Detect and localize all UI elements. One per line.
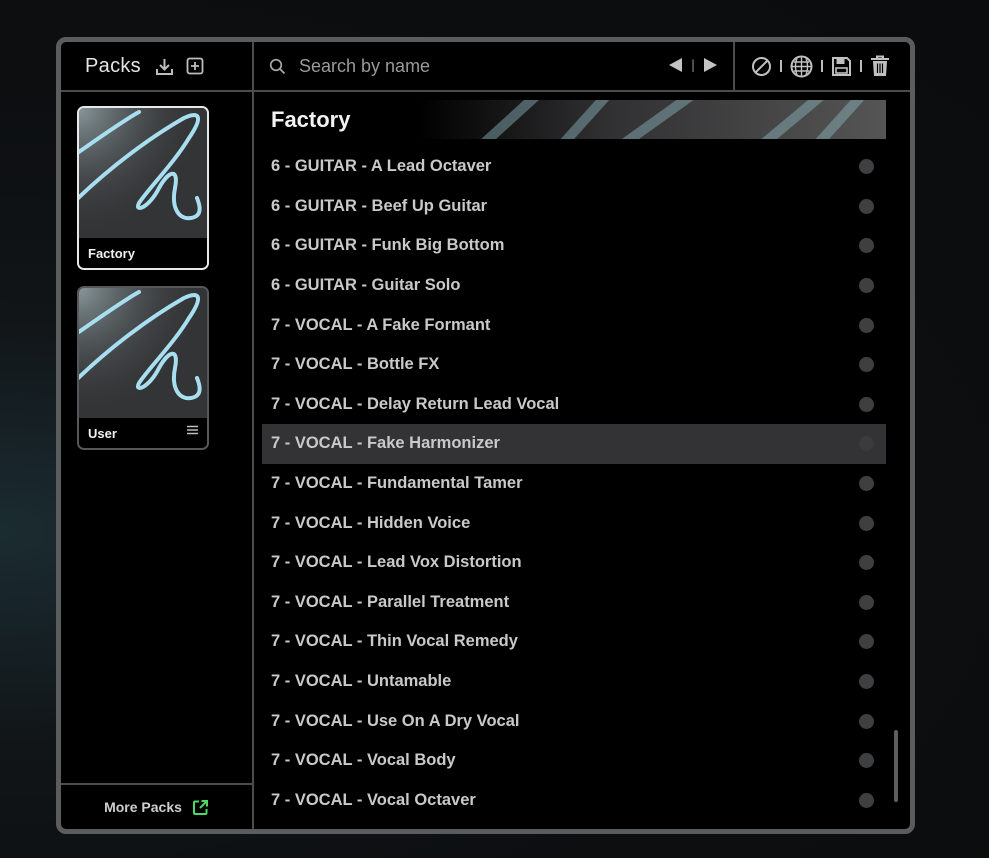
- preset-row[interactable]: 7 - VOCAL - Fundamental Tamer: [262, 464, 886, 504]
- preset-name: 7 - VOCAL - Vocal Octaver: [271, 790, 476, 809]
- favorite-indicator-icon[interactable]: [859, 594, 874, 610]
- favorite-indicator-icon[interactable]: [859, 396, 874, 412]
- menu-icon[interactable]: [187, 420, 198, 439]
- favorite-indicator-icon[interactable]: [859, 674, 874, 690]
- nav-separator: |: [690, 58, 695, 72]
- favorite-indicator-icon[interactable]: [859, 238, 874, 254]
- trash-icon[interactable]: [870, 55, 890, 77]
- banner-title: Factory: [271, 107, 351, 132]
- favorite-indicator-icon[interactable]: [859, 753, 874, 769]
- preset-name: 7 - VOCAL - Hidden Voice: [271, 513, 471, 532]
- preset-row[interactable]: 7 - VOCAL - A Fake Formant: [262, 305, 886, 345]
- preset-name: 7 - VOCAL - Parallel Treatment: [271, 592, 510, 611]
- scrollbar[interactable]: [894, 730, 898, 802]
- preset-navigation: |: [668, 57, 718, 73]
- packs-header: Packs: [61, 42, 252, 92]
- add-pack-icon[interactable]: [186, 57, 204, 75]
- tool-separator: [821, 60, 823, 72]
- pack-label: Factory: [79, 238, 207, 268]
- preset-name: 7 - VOCAL - Untamable: [271, 672, 452, 691]
- presets-panel: |: [254, 42, 910, 829]
- clear-icon[interactable]: [751, 56, 772, 77]
- next-arrow-icon[interactable]: [703, 57, 718, 73]
- favorite-indicator-icon[interactable]: [859, 476, 874, 492]
- preset-row[interactable]: 7 - VOCAL - Bottle FX: [262, 345, 886, 385]
- favorite-indicator-icon[interactable]: [859, 357, 874, 373]
- pack-artwork: [79, 288, 207, 418]
- preset-row[interactable]: 7 - VOCAL - Lead Vox Distortion: [262, 543, 886, 583]
- preset-name: 7 - VOCAL - Fake Harmonizer: [271, 434, 500, 453]
- packs-title: Packs: [85, 54, 141, 77]
- tool-separator: [780, 60, 782, 72]
- preset-name: 7 - VOCAL - Fundamental Tamer: [271, 474, 523, 493]
- randomize-icon[interactable]: [790, 55, 813, 78]
- pack-card-user[interactable]: User: [77, 286, 209, 450]
- preset-row[interactable]: 7 - VOCAL - Delay Return Lead Vocal: [262, 385, 886, 425]
- preset-row[interactable]: 7 - VOCAL - Vocal Octaver: [262, 781, 886, 821]
- preset-name: 6 - GUITAR - Beef Up Guitar: [271, 196, 488, 215]
- preset-row[interactable]: 6 - GUITAR - Beef Up Guitar: [262, 187, 886, 227]
- preset-name: 6 - GUITAR - A Lead Octaver: [271, 157, 492, 176]
- preset-name: 7 - VOCAL - A Fake Formant: [271, 315, 491, 334]
- pack-banner: Factory: [262, 100, 886, 139]
- favorite-indicator-icon[interactable]: [859, 713, 874, 729]
- preset-name: 7 - VOCAL - Thin Vocal Remedy: [271, 632, 518, 651]
- preset-name: 6 - GUITAR - Funk Big Bottom: [271, 236, 505, 255]
- preset-name: 7 - VOCAL - Bottle FX: [271, 355, 440, 374]
- preset-name: 7 - VOCAL - Vocal Body: [271, 751, 456, 770]
- favorite-indicator-icon[interactable]: [859, 634, 874, 650]
- favorite-indicator-icon[interactable]: [859, 555, 874, 571]
- preset-browser-window: Packs Factory User More Packs Search by …: [56, 37, 915, 834]
- preset-row[interactable]: 7 - VOCAL - Untamable: [262, 662, 886, 702]
- preset-row[interactable]: 7 - VOCAL - Thin Vocal Remedy: [262, 622, 886, 662]
- search-input[interactable]: [297, 54, 631, 78]
- favorite-indicator-icon[interactable]: [859, 792, 874, 808]
- search-bar: |: [254, 42, 735, 90]
- more-packs-label: More Packs: [104, 799, 182, 815]
- banner-artwork: [481, 100, 865, 139]
- preset-row[interactable]: 6 - GUITAR - Guitar Solo: [262, 266, 886, 306]
- preset-list: 6 - GUITAR - A Lead Octaver 6 - GUITAR - …: [262, 147, 886, 820]
- preset-row[interactable]: 6 - GUITAR - Funk Big Bottom: [262, 226, 886, 266]
- pack-card-factory[interactable]: Factory: [77, 106, 209, 270]
- search-icon: [269, 58, 286, 75]
- favorite-indicator-icon[interactable]: [859, 317, 874, 333]
- tool-separator: [860, 60, 862, 72]
- previous-arrow-icon[interactable]: [668, 57, 683, 73]
- preset-row[interactable]: 6 - GUITAR - A Lead Octaver: [262, 147, 886, 187]
- favorite-indicator-icon[interactable]: [859, 515, 874, 531]
- preset-name: 7 - VOCAL - Delay Return Lead Vocal: [271, 394, 560, 413]
- preset-row[interactable]: 7 - VOCAL - Fake Harmonizer: [262, 424, 886, 464]
- external-link-icon: [192, 799, 209, 816]
- favorite-indicator-icon[interactable]: [859, 278, 874, 294]
- preset-row[interactable]: 7 - VOCAL - Parallel Treatment: [262, 583, 886, 623]
- toolbar: |: [254, 42, 910, 92]
- preset-tools: [735, 42, 910, 90]
- preset-name: 7 - VOCAL - Lead Vox Distortion: [271, 553, 522, 572]
- preset-name: 7 - VOCAL - Use On A Dry Vocal: [271, 711, 520, 730]
- preset-name: 6 - GUITAR - Guitar Solo: [271, 276, 461, 295]
- more-packs-link[interactable]: More Packs: [61, 783, 252, 829]
- preset-row[interactable]: 7 - VOCAL - Hidden Voice: [262, 503, 886, 543]
- save-icon[interactable]: [831, 56, 852, 77]
- favorite-indicator-icon[interactable]: [859, 436, 874, 452]
- favorite-indicator-icon[interactable]: [859, 198, 874, 214]
- download-icon[interactable]: [155, 57, 174, 76]
- preset-row[interactable]: 7 - VOCAL - Use On A Dry Vocal: [262, 701, 886, 741]
- packs-panel: Packs Factory User More Packs: [61, 42, 254, 829]
- pack-artwork: [79, 108, 207, 238]
- favorite-indicator-icon[interactable]: [859, 159, 874, 175]
- preset-row[interactable]: 7 - VOCAL - Vocal Body: [262, 741, 886, 781]
